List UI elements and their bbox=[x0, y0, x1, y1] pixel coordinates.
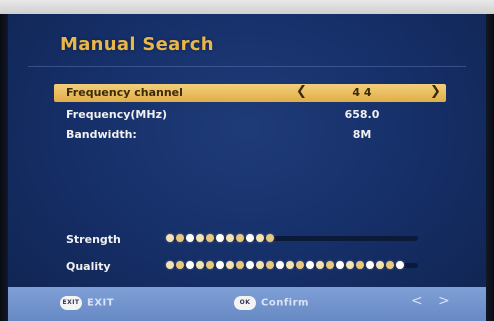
tv-screen: Manual Search Frequency channel ❮ 4 4 ❯ … bbox=[0, 0, 494, 321]
channel-next-arrow-icon[interactable]: ❯ bbox=[430, 84, 441, 99]
quality-dot bbox=[286, 261, 294, 269]
page-next-icon[interactable]: > bbox=[438, 293, 450, 309]
quality-dot bbox=[396, 261, 404, 269]
strength-dot bbox=[196, 234, 204, 242]
strength-dot bbox=[206, 234, 214, 242]
title-divider bbox=[28, 66, 466, 67]
bandwidth-row: Bandwidth: 8M bbox=[54, 126, 446, 144]
quality-dot bbox=[256, 261, 264, 269]
quality-dot bbox=[236, 261, 244, 269]
bandwidth-label: Bandwidth: bbox=[66, 128, 137, 141]
frequency-mhz-value: 658.0 bbox=[344, 108, 380, 121]
quality-dot bbox=[266, 261, 274, 269]
bezel-left bbox=[0, 14, 8, 321]
frequency-channel-label: Frequency channel bbox=[66, 86, 183, 99]
frequency-channel-row[interactable]: Frequency channel ❮ 4 4 ❯ bbox=[54, 84, 446, 102]
quality-label: Quality bbox=[66, 260, 111, 273]
quality-dot bbox=[296, 261, 304, 269]
quality-dot bbox=[346, 261, 354, 269]
footer-bar: EXIT EXIT OK Confirm < > bbox=[8, 287, 486, 321]
strength-dot bbox=[246, 234, 254, 242]
strength-dot bbox=[166, 234, 174, 242]
strength-dot bbox=[226, 234, 234, 242]
strength-label: Strength bbox=[66, 233, 121, 246]
quality-dot bbox=[366, 261, 374, 269]
exit-key-hint[interactable]: EXIT EXIT bbox=[60, 296, 114, 312]
bezel-right bbox=[486, 14, 494, 321]
quality-dot bbox=[326, 261, 334, 269]
quality-dot bbox=[166, 261, 174, 269]
strength-dot bbox=[216, 234, 224, 242]
strength-dot bbox=[176, 234, 184, 242]
quality-dot bbox=[226, 261, 234, 269]
quality-dot bbox=[186, 261, 194, 269]
frequency-channel-value: 4 4 bbox=[352, 86, 372, 99]
confirm-label: Confirm bbox=[261, 297, 309, 309]
strength-dot bbox=[186, 234, 194, 242]
confirm-key-hint[interactable]: OK Confirm bbox=[234, 296, 309, 312]
quality-dot bbox=[386, 261, 394, 269]
quality-dot bbox=[316, 261, 324, 269]
frequency-mhz-label: Frequency(MHz) bbox=[66, 108, 167, 121]
quality-dot bbox=[376, 261, 384, 269]
quality-dot bbox=[356, 261, 364, 269]
quality-dot bbox=[216, 261, 224, 269]
strength-dot bbox=[236, 234, 244, 242]
quality-dot bbox=[276, 261, 284, 269]
strength-dot bbox=[256, 234, 264, 242]
quality-dot bbox=[176, 261, 184, 269]
frequency-mhz-row: Frequency(MHz) 658.0 bbox=[54, 106, 446, 124]
quality-dot bbox=[246, 261, 254, 269]
page-prev-icon[interactable]: < bbox=[411, 293, 423, 309]
quality-dot bbox=[306, 261, 314, 269]
bezel-top bbox=[0, 0, 494, 14]
page-title: Manual Search bbox=[60, 34, 214, 55]
exit-label: EXIT bbox=[87, 297, 115, 309]
quality-dot bbox=[336, 261, 344, 269]
ok-button-icon[interactable]: OK bbox=[234, 296, 256, 310]
quality-dot bbox=[206, 261, 214, 269]
quality-dot bbox=[196, 261, 204, 269]
strength-dot bbox=[266, 234, 274, 242]
bandwidth-value: 8M bbox=[352, 128, 372, 141]
exit-button-icon[interactable]: EXIT bbox=[60, 296, 82, 310]
